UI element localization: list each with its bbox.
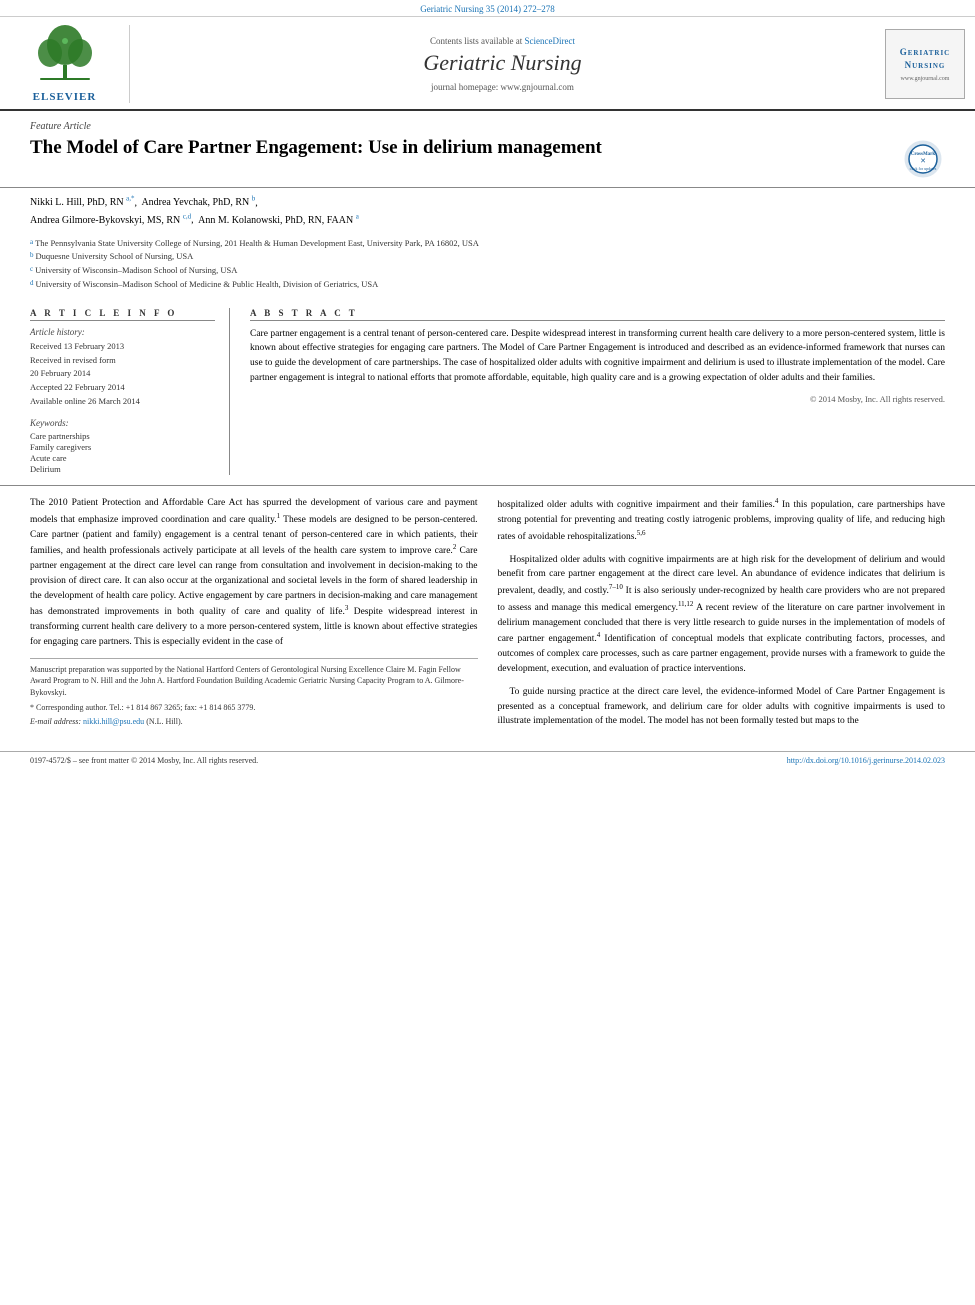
body-text-left: The 2010 Patient Protection and Affordab… [30, 496, 478, 650]
keyword-1: Care partnerships [30, 431, 215, 441]
svg-text:click for updates: click for updates [909, 166, 936, 171]
body-para-right-2: Hospitalized older adults with cognitive… [498, 553, 946, 677]
sciencedirect-prefix: Contents lists available at [430, 36, 524, 46]
email-label: E-mail address: [30, 717, 81, 726]
affil-c: c University of Wisconsin–Madison School… [30, 264, 945, 277]
crossmark-badge: CrossMark ✕ click for updates [900, 136, 945, 181]
elsevier-logo: ELSEVIER [0, 25, 130, 103]
keyword-4: Delirium [30, 464, 215, 474]
body-text-right: hospitalized older adults with cognitive… [498, 496, 946, 729]
gn-logo-subtitle: www.gnjournal.com [901, 76, 950, 82]
header-center: Contents lists available at ScienceDirec… [130, 25, 875, 103]
affil-b-text: Duquesne University School of Nursing, U… [36, 250, 194, 263]
author-4: Ann M. Kolanowski, PhD, RN, FAAN a [198, 215, 359, 226]
svg-text:✕: ✕ [920, 157, 926, 165]
body-columns: The 2010 Patient Protection and Affordab… [30, 496, 945, 737]
email-suffix: (N.L. Hill). [146, 717, 182, 726]
affil-a-text: The Pennsylvania State University Colleg… [35, 237, 479, 250]
article-info-abstract-section: A R T I C L E I N F O Article history: R… [0, 298, 975, 486]
history-accepted: Accepted 22 February 2014 [30, 382, 215, 394]
authors-section: Nikki L. Hill, PhD, RN a,*, Andrea Yevch… [0, 188, 975, 233]
footnote-corresponding: * Corresponding author. Tel.: +1 814 867… [30, 702, 478, 714]
article-title: The Model of Care Partner Engagement: Us… [30, 136, 890, 161]
abstract-col: A B S T R A C T Care partner engagement … [250, 308, 945, 475]
affil-d: d University of Wisconsin–Madison School… [30, 278, 945, 291]
feature-article-label: Feature Article [30, 121, 945, 132]
authors-line: Nikki L. Hill, PhD, RN a,*, Andrea Yevch… [30, 194, 945, 229]
abstract-paragraph: Care partner engagement is a central ten… [250, 327, 945, 386]
history-received: Received 13 February 2013 [30, 341, 215, 353]
footnote-manuscript: Manuscript preparation was supported by … [30, 664, 478, 699]
author-1: Nikki L. Hill, PhD, RN a,* [30, 197, 134, 208]
history-revised-date: 20 February 2014 [30, 368, 215, 380]
article-history-label: Article history: [30, 327, 215, 337]
keyword-2: Family caregivers [30, 442, 215, 452]
doi-link[interactable]: http://dx.doi.org/10.1016/j.gerinurse.20… [787, 756, 945, 765]
elsevier-tree-icon [30, 25, 100, 85]
body-para-right-3: To guide nursing practice at the direct … [498, 685, 946, 729]
keywords-label: Keywords: [30, 418, 215, 428]
article-info-header: A R T I C L E I N F O [30, 308, 215, 321]
email-link[interactable]: nikki.hill@psu.edu [83, 717, 144, 726]
abstract-text: Care partner engagement is a central ten… [250, 327, 945, 386]
gn-logo: GERIATRICNURSING www.gnjournal.com [875, 25, 975, 103]
sciencedirect-line: Contents lists available at ScienceDirec… [430, 36, 575, 46]
history-online: Available online 26 March 2014 [30, 396, 215, 408]
body-para-1: The 2010 Patient Protection and Affordab… [30, 496, 478, 650]
journal-title: Geriatric Nursing [423, 50, 581, 76]
body-para-right-1: hospitalized older adults with cognitive… [498, 496, 946, 544]
affil-c-text: University of Wisconsin–Madison School o… [35, 264, 237, 277]
gn-logo-text: GERIATRICNURSING [900, 46, 951, 72]
issn-text: 0197-4572/$ – see front matter © 2014 Mo… [30, 756, 258, 765]
article-header: Feature Article The Model of Care Partne… [0, 111, 975, 188]
crossmark-icon: CrossMark ✕ click for updates [903, 139, 943, 179]
body-right-col: hospitalized older adults with cognitive… [498, 496, 946, 737]
top-banner: Geriatric Nursing 35 (2014) 272–278 [0, 0, 975, 17]
author-3: Andrea Gilmore-Bykovskyi, MS, RN c,d [30, 215, 191, 226]
sciencedirect-link[interactable]: ScienceDirect [525, 36, 575, 46]
page: Geriatric Nursing 35 (2014) 272–278 E [0, 0, 975, 1305]
affil-a: a The Pennsylvania State University Coll… [30, 237, 945, 250]
elsevier-label: ELSEVIER [30, 91, 100, 103]
keyword-3: Acute care [30, 453, 215, 463]
journal-citation: Geriatric Nursing 35 (2014) 272–278 [420, 4, 554, 14]
body-left-col: The 2010 Patient Protection and Affordab… [30, 496, 478, 737]
affil-d-text: University of Wisconsin–Madison School o… [36, 278, 379, 291]
author-2: Andrea Yevchak, PhD, RN b [141, 197, 255, 208]
affil-b: b Duquesne University School of Nursing,… [30, 250, 945, 263]
abstract-copyright: © 2014 Mosby, Inc. All rights reserved. [250, 394, 945, 404]
journal-homepage: journal homepage: www.gnjournal.com [431, 82, 574, 92]
header-area: ELSEVIER Contents lists available at Sci… [0, 17, 975, 111]
footnotes-area: Manuscript preparation was supported by … [30, 658, 478, 728]
abstract-header: A B S T R A C T [250, 308, 945, 321]
article-info-col: A R T I C L E I N F O Article history: R… [30, 308, 230, 475]
main-body: The 2010 Patient Protection and Affordab… [0, 486, 975, 747]
bottom-bar: 0197-4572/$ – see front matter © 2014 Mo… [0, 751, 975, 769]
affiliations: a The Pennsylvania State University Coll… [0, 233, 975, 298]
history-revised-label: Received in revised form [30, 355, 215, 367]
footnote-email: E-mail address: nikki.hill@psu.edu (N.L.… [30, 716, 478, 728]
